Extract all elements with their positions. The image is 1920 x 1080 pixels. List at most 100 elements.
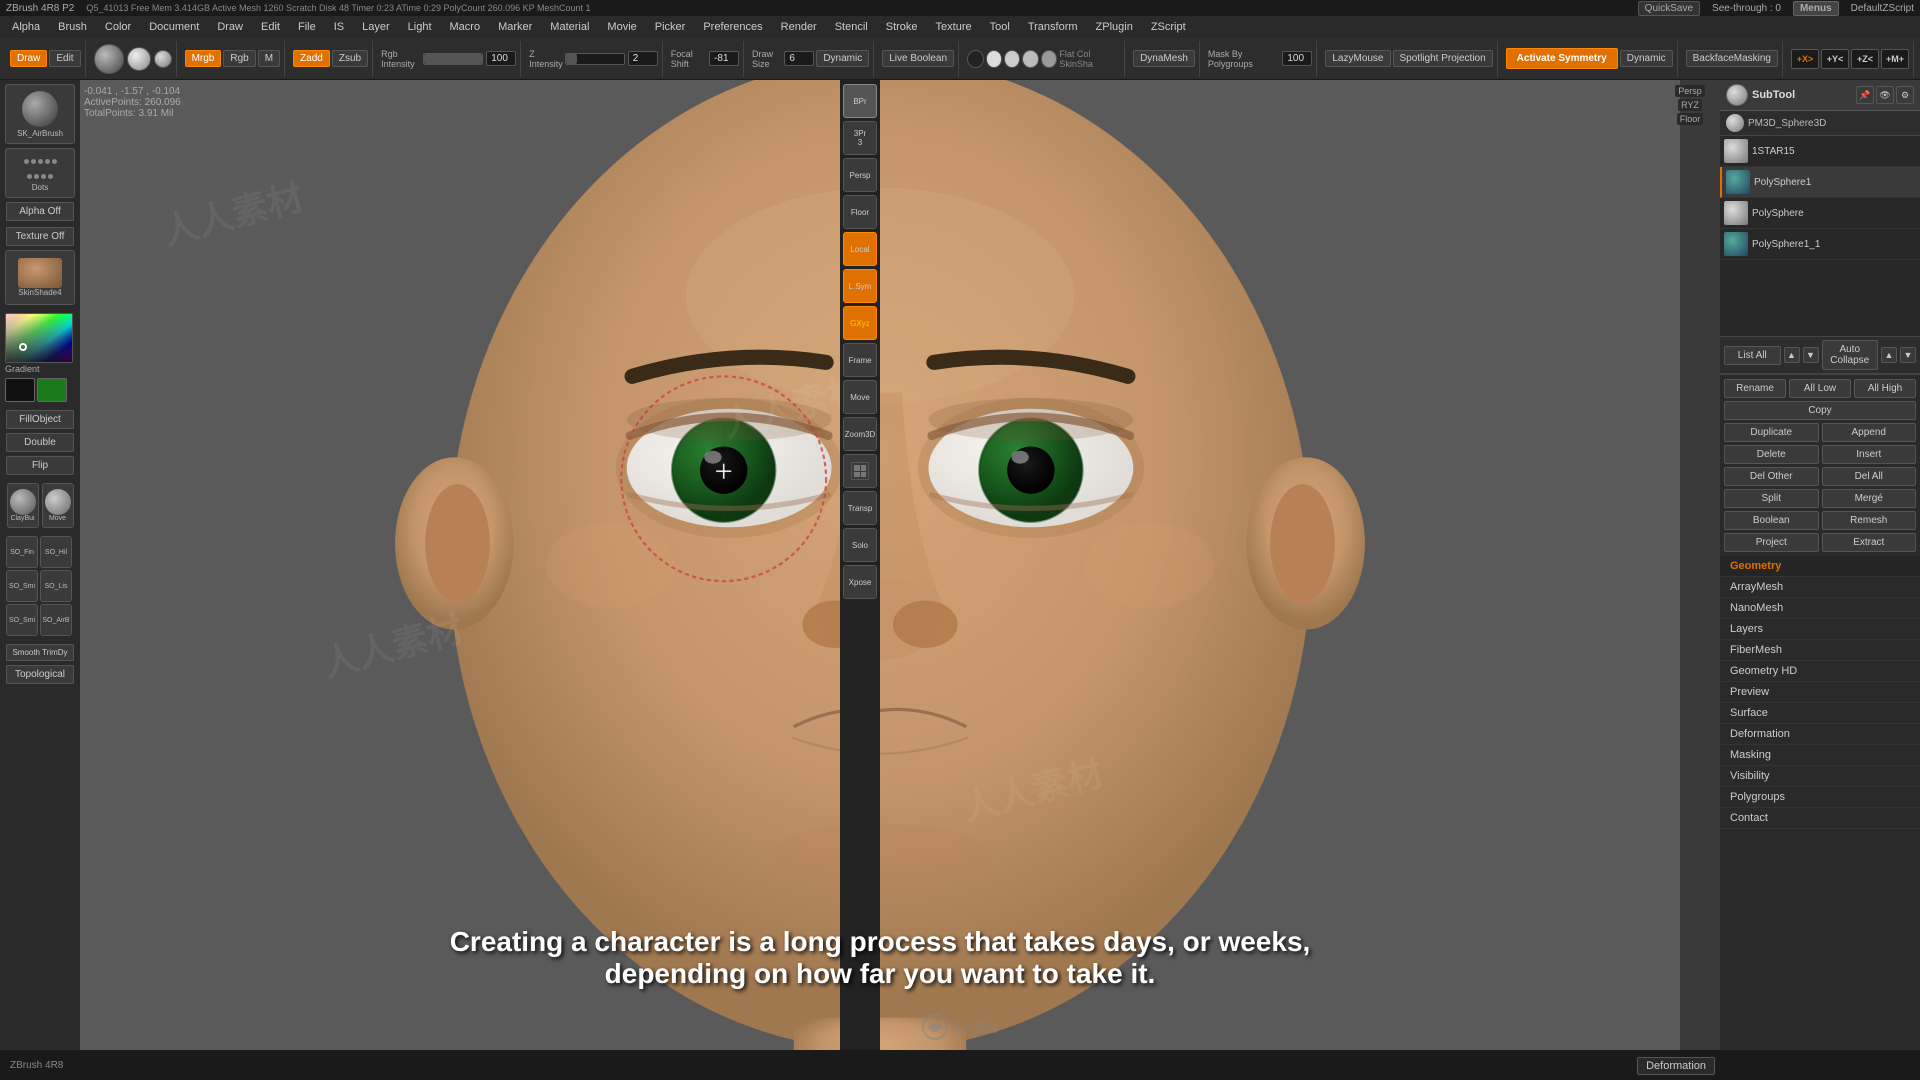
menu-movie[interactable]: Movie bbox=[599, 19, 644, 35]
draw-btn[interactable]: Draw bbox=[10, 50, 47, 67]
brush-circle-white3[interactable] bbox=[1022, 50, 1038, 68]
dynamic-btn[interactable]: Dynamic bbox=[816, 50, 869, 67]
rm-surface[interactable]: Surface bbox=[1720, 703, 1920, 724]
rgb-btn[interactable]: Rgb bbox=[223, 50, 255, 67]
st-icon-settings[interactable]: ⚙ bbox=[1896, 86, 1914, 104]
brush-circle-black[interactable] bbox=[967, 50, 983, 68]
so-smi-item[interactable]: SO_Smi bbox=[6, 570, 38, 602]
solo-btn[interactable]: Solo bbox=[843, 528, 877, 562]
insert-btn[interactable]: Insert bbox=[1822, 445, 1917, 464]
menu-zplugin[interactable]: ZPlugin bbox=[1088, 19, 1141, 35]
menu-layer[interactable]: Layer bbox=[354, 19, 398, 35]
menu-alpha[interactable]: Alpha bbox=[4, 19, 48, 35]
sym-y-indicator[interactable]: +Y< bbox=[1821, 49, 1849, 69]
menu-texture[interactable]: Texture bbox=[928, 19, 980, 35]
duplicate-btn[interactable]: Duplicate bbox=[1724, 423, 1819, 442]
auto-collapse-btn[interactable]: Auto Collapse bbox=[1822, 340, 1879, 370]
alpha-off-btn[interactable]: Alpha Off bbox=[6, 202, 74, 221]
copy-btn[interactable]: Copy bbox=[1724, 401, 1916, 420]
menu-file[interactable]: File bbox=[290, 19, 324, 35]
lsym-btn[interactable]: L.Sym bbox=[843, 269, 877, 303]
rm-preview[interactable]: Preview bbox=[1720, 682, 1920, 703]
color-swatch-green[interactable] bbox=[37, 378, 67, 402]
double-btn[interactable]: Double bbox=[6, 433, 74, 452]
dynamesh-btn[interactable]: DynaMesh bbox=[1133, 50, 1195, 67]
texture-off-btn[interactable]: Texture Off bbox=[6, 227, 74, 246]
project-btn[interactable]: Project bbox=[1724, 533, 1819, 552]
rm-fibermesh[interactable]: FiberMesh bbox=[1720, 640, 1920, 661]
menu-picker[interactable]: Picker bbox=[647, 19, 694, 35]
brush-circle-flat[interactable] bbox=[1041, 50, 1057, 68]
deformation-label[interactable]: Deformation bbox=[1637, 1057, 1715, 1075]
brush-shape2[interactable] bbox=[154, 50, 172, 68]
color-swatch-black[interactable] bbox=[5, 378, 35, 402]
live-boolean-btn[interactable]: Live Boolean bbox=[882, 50, 954, 67]
brush-preview[interactable] bbox=[94, 44, 124, 74]
st-item-polysphere[interactable]: PolySphere bbox=[1720, 198, 1920, 229]
so-hil-item[interactable]: SO_Hil bbox=[40, 536, 72, 568]
rm-contact[interactable]: Contact bbox=[1720, 808, 1920, 829]
menu-tool[interactable]: Tool bbox=[982, 19, 1018, 35]
skinshade-item[interactable]: SkinShade4 bbox=[5, 250, 75, 305]
menu-macro[interactable]: Macro bbox=[442, 19, 489, 35]
rm-deformation[interactable]: Deformation bbox=[1720, 724, 1920, 745]
menu-transform[interactable]: Transform bbox=[1020, 19, 1086, 35]
backface-masking-btn[interactable]: BackfaceMasking bbox=[1686, 50, 1778, 67]
so-smi2-item[interactable]: SO_Smi bbox=[6, 604, 38, 636]
brush-shape1[interactable] bbox=[127, 47, 151, 71]
menu-brush[interactable]: Brush bbox=[50, 19, 95, 35]
menu-stroke[interactable]: Stroke bbox=[878, 19, 926, 35]
menu-edit[interactable]: Edit bbox=[253, 19, 288, 35]
st-item-polysphere1[interactable]: PolySphere1 bbox=[1720, 167, 1920, 198]
lazy-mouse-btn[interactable]: LazyMouse bbox=[1325, 50, 1390, 67]
remesh-btn[interactable]: Remesh bbox=[1822, 511, 1917, 530]
zoom3d-btn[interactable]: Zoom3D bbox=[843, 417, 877, 451]
menu-preferences[interactable]: Preferences bbox=[695, 19, 770, 35]
st-icon-eye[interactable]: 👁 bbox=[1876, 86, 1894, 104]
3pr-btn[interactable]: 3Pr3 bbox=[843, 121, 877, 155]
move-item[interactable]: Move bbox=[42, 483, 74, 528]
vc-floor[interactable]: Floor bbox=[1677, 113, 1704, 125]
xpose-btn[interactable]: Xpose bbox=[843, 565, 877, 599]
list-all-up[interactable]: ▲ bbox=[1784, 347, 1800, 363]
menu-draw[interactable]: Draw bbox=[209, 19, 251, 35]
transp-btn[interactable]: Transp bbox=[843, 491, 877, 525]
rm-polygroups[interactable]: Polygroups bbox=[1720, 787, 1920, 808]
bpr-btn[interactable]: BPr bbox=[843, 84, 877, 118]
rm-masking[interactable]: Masking bbox=[1720, 745, 1920, 766]
topological-btn[interactable]: Topological bbox=[6, 665, 74, 684]
menu-is[interactable]: IS bbox=[326, 19, 352, 35]
zsub-btn[interactable]: Zsub bbox=[332, 50, 368, 67]
zadd-btn[interactable]: Zadd bbox=[293, 50, 330, 67]
st-icon-pin[interactable]: 📌 bbox=[1856, 86, 1874, 104]
so-airb-item[interactable]: SO_AirB bbox=[40, 604, 72, 636]
claybui-item[interactable]: ClayBui bbox=[7, 483, 39, 528]
vc-persp[interactable]: Persp bbox=[1675, 85, 1705, 97]
focal-shift-value[interactable]: -81 bbox=[709, 51, 739, 66]
brush-circle-white1[interactable] bbox=[986, 50, 1002, 68]
mrgb-btn[interactable]: Mrgb bbox=[185, 50, 222, 67]
so-lis-item[interactable]: SO_Lis bbox=[40, 570, 72, 602]
menu-marker[interactable]: Marker bbox=[490, 19, 540, 35]
persp-btn[interactable]: Persp bbox=[843, 158, 877, 192]
draw-size-value[interactable]: 6 bbox=[784, 51, 814, 66]
defaultzscript-btn[interactable]: DefaultZScript bbox=[1851, 3, 1914, 14]
delete-btn[interactable]: Delete bbox=[1724, 445, 1819, 464]
list-all-btn[interactable]: List All bbox=[1724, 346, 1781, 365]
vc-ryz[interactable]: RYZ bbox=[1678, 99, 1702, 111]
activate-symmetry-btn[interactable]: Activate Symmetry bbox=[1506, 48, 1618, 69]
menu-light[interactable]: Light bbox=[400, 19, 440, 35]
rm-nanomesh[interactable]: NanoMesh bbox=[1720, 598, 1920, 619]
append-btn[interactable]: Append bbox=[1822, 423, 1917, 442]
menu-document[interactable]: Document bbox=[141, 19, 207, 35]
sym-m-indicator[interactable]: +M+ bbox=[1881, 49, 1909, 69]
smooth-trimdy-btn[interactable]: Smooth TrimDy bbox=[6, 644, 74, 661]
edit-btn[interactable]: Edit bbox=[49, 50, 80, 67]
frame-btn[interactable]: Frame bbox=[843, 343, 877, 377]
polyf-btn[interactable] bbox=[843, 454, 877, 488]
menu-material[interactable]: Material bbox=[542, 19, 597, 35]
auto-collapse-down[interactable]: ▼ bbox=[1900, 347, 1916, 363]
del-other-btn[interactable]: Del Other bbox=[1724, 467, 1819, 486]
move-strip-btn[interactable]: Move bbox=[843, 380, 877, 414]
menu-color[interactable]: Color bbox=[97, 19, 139, 35]
